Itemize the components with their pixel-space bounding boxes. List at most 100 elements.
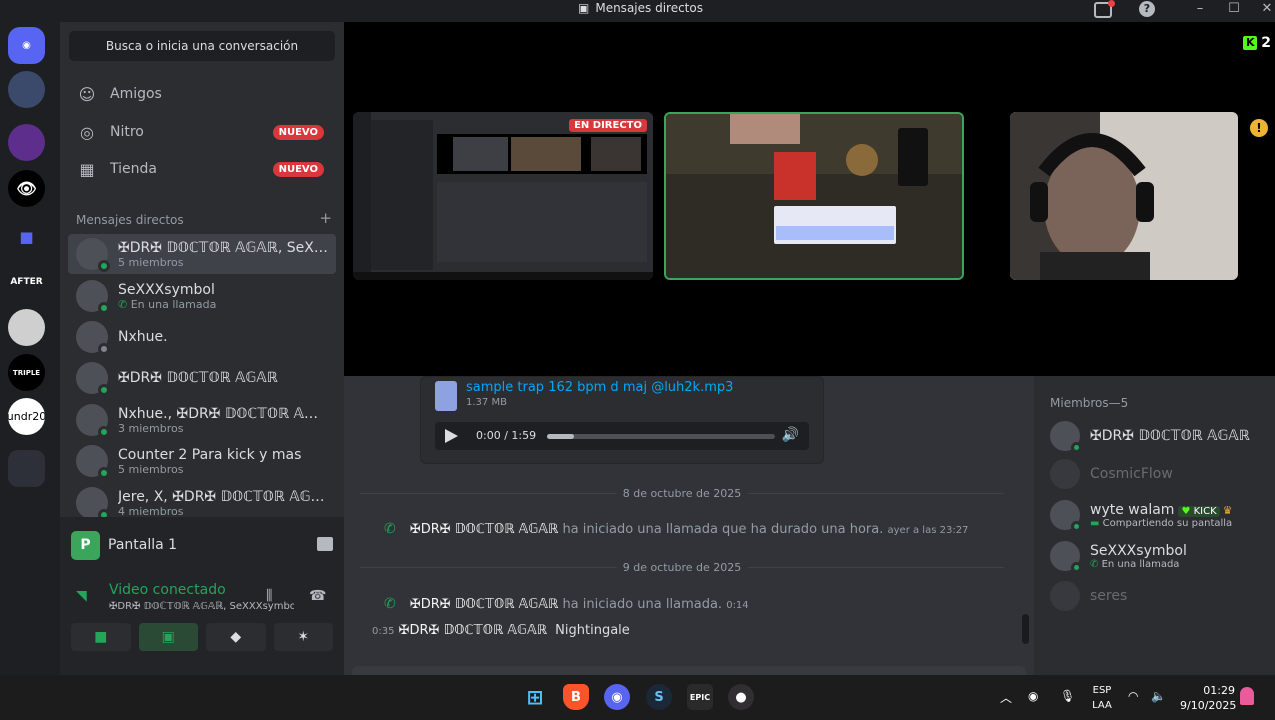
server-folder-icon[interactable] xyxy=(8,450,45,487)
create-dm-button[interactable]: + xyxy=(319,211,332,227)
nav-nitro[interactable]: ◎ Nitro NUEVO xyxy=(68,115,336,149)
server-icon[interactable] xyxy=(8,71,45,108)
message-composer[interactable] xyxy=(352,666,1026,675)
epic-games-icon[interactable]: EPIC xyxy=(687,684,713,710)
file-name-link[interactable]: sample trap 162 bpm d maj @luh2k.mp3 xyxy=(466,380,733,395)
member-name: seres xyxy=(1090,588,1128,604)
message-text: Nightingale xyxy=(555,623,630,638)
camera-tile[interactable] xyxy=(664,112,964,280)
audio-progress-bar[interactable] xyxy=(547,434,775,439)
nav-label: Amigos xyxy=(110,86,162,102)
window-titlebar: ▣ Mensajes directos ? – ☐ ✕ xyxy=(0,0,1275,22)
audio-progress-fill xyxy=(547,434,575,439)
webcam-tile[interactable] xyxy=(1010,112,1238,280)
dm-item[interactable]: Nxhue., ✠DR✠ 𝔻𝕆ℂ𝕋𝕆ℝ 𝔸𝔾… 3 miembros xyxy=(68,400,336,440)
notification-bell-icon[interactable] xyxy=(1240,687,1254,705)
member-item[interactable]: seres xyxy=(1050,579,1270,613)
screen-share-button[interactable]: ▣ xyxy=(138,623,198,651)
video-stage: K 2 EN DIRECTO ! xyxy=(344,22,1275,376)
signal-icon[interactable]: ◥ xyxy=(76,588,87,604)
soundboard-button[interactable]: ✶ xyxy=(273,623,333,651)
nav-friends[interactable]: ☺ Amigos xyxy=(68,77,336,111)
microphone-icon[interactable]: 🎙 xyxy=(1060,689,1075,703)
dm-item[interactable]: SeXXXsymbol ✆ En una llamada xyxy=(68,276,336,316)
server-after-icon[interactable]: AFTER xyxy=(8,263,45,300)
member-item[interactable]: SeXXXsymbol ✆ En una llamada xyxy=(1050,539,1270,573)
speaker-icon[interactable]: 🔈 xyxy=(1151,689,1166,703)
new-badge: NUEVO xyxy=(272,124,324,140)
member-list: Miembros—5 ✠DR✠ 𝔻𝕆ℂ𝕋𝕆ℝ 𝔸𝔾𝔸ℝ CosmicFlow w… xyxy=(1034,376,1275,675)
stop-stream-icon[interactable] xyxy=(317,537,333,551)
dm-item[interactable]: ✠DR✠ 𝔻𝕆ℂ𝕋𝕆ℝ 𝔸𝔾𝔸ℝ xyxy=(68,358,336,398)
inbox-icon[interactable] xyxy=(1094,0,1115,18)
gamepad-icon: ◆ xyxy=(230,629,242,645)
voice-connection: ◥ Video conectado ✠DR✠ 𝔻𝕆ℂ𝕋𝕆ℝ 𝔸𝔾𝔸ℝ, SeXX… xyxy=(71,574,333,618)
server-icon[interactable] xyxy=(8,124,45,161)
member-item[interactable]: ✠DR✠ 𝔻𝕆ℂ𝕋𝕆ℝ 𝔸𝔾𝔸ℝ xyxy=(1050,419,1270,453)
timestamp: 0:35 xyxy=(372,626,395,637)
stream-preview[interactable]: P Pantalla 1 xyxy=(71,530,333,560)
server-icon[interactable] xyxy=(8,309,45,346)
close-button[interactable]: ✕ xyxy=(1252,0,1275,22)
nav-label: Nitro xyxy=(110,124,144,140)
volume-icon[interactable]: 🔊 xyxy=(782,427,799,443)
date-label: 9 de octubre de 2025 xyxy=(616,561,748,574)
timestamp: 0:14 xyxy=(726,600,749,611)
nav-shop[interactable]: ▦ Tienda NUEVO xyxy=(68,152,336,186)
date-label: 8 de octubre de 2025 xyxy=(616,487,748,500)
dm-item[interactable]: ✠DR✠ 𝔻𝕆ℂ𝕋𝕆ℝ 𝔸𝔾𝔸ℝ, SeX… 5 miembros xyxy=(68,234,336,274)
help-icon[interactable]: ? xyxy=(1139,1,1155,17)
kick-icon: K xyxy=(1243,36,1258,50)
avatar xyxy=(1050,459,1080,489)
obs-icon[interactable]: ● xyxy=(728,684,754,710)
voice-status[interactable]: Video conectado xyxy=(109,582,226,598)
server-undr20-icon[interactable]: undr20 xyxy=(8,398,45,435)
member-item[interactable]: wyte walam ♥ KICK ♛ ▬ Compartiendo su pant… xyxy=(1050,498,1270,532)
windows-start-icon[interactable]: ⊞ xyxy=(522,684,548,710)
server-triple-icon[interactable]: TRIPLE xyxy=(8,354,45,391)
noise-suppression-icon[interactable]: ⫼ xyxy=(266,588,272,604)
dm-item[interactable]: Nxhue. xyxy=(68,317,336,357)
phone-icon: ✆ xyxy=(1090,558,1099,570)
chevron-up-icon[interactable]: ︿ xyxy=(1000,689,1012,706)
play-icon[interactable] xyxy=(445,429,458,443)
language-indicator[interactable]: ESP LAA xyxy=(1090,683,1114,713)
phone-icon: ✆ xyxy=(384,596,396,612)
windows-taskbar: ⊞ B ◉ S EPIC ● ︿ ◉ 🎙 ESP LAA ◠ 🔈 01:29 9… xyxy=(0,675,1275,720)
camera-button[interactable]: ■ xyxy=(71,623,131,651)
discord-icon[interactable]: ◉ xyxy=(604,684,630,710)
timestamp: ayer a las 23:27 xyxy=(887,525,969,536)
obs-tray-icon[interactable]: ◉ xyxy=(1028,689,1038,703)
system-clock[interactable]: 01:29 9/10/2025 xyxy=(1180,683,1236,713)
chat-scrollbar[interactable] xyxy=(1022,614,1029,644)
brave-icon[interactable]: B xyxy=(563,684,589,710)
member-name: ✠DR✠ 𝔻𝕆ℂ𝕋𝕆ℝ 𝔸𝔾𝔸ℝ xyxy=(1090,428,1250,444)
disconnect-icon[interactable]: ☎ xyxy=(309,588,326,604)
minimize-button[interactable]: – xyxy=(1185,0,1215,22)
steam-icon[interactable]: S xyxy=(646,684,672,710)
maximize-button[interactable]: ☐ xyxy=(1219,0,1249,22)
call-author[interactable]: ✠DR✠ 𝔻𝕆ℂ𝕋𝕆ℝ 𝔸𝔾𝔸ℝ xyxy=(410,597,558,612)
folder-icon[interactable]: ■ xyxy=(8,218,45,255)
call-system-message: ✆ ✠DR✠ 𝔻𝕆ℂ𝕋𝕆ℝ 𝔸𝔾𝔸ℝ ha iniciado una llama… xyxy=(384,596,1004,612)
eye-server-icon[interactable]: 👁 xyxy=(8,170,45,207)
wifi-icon[interactable]: ◠ xyxy=(1128,689,1138,703)
member-list-header: Miembros—5 xyxy=(1050,396,1129,410)
audio-attachment: sample trap 162 bpm d maj @luh2k.mp3 1.3… xyxy=(420,376,824,464)
dm-sub: 3 miembros xyxy=(118,421,184,435)
direct-messages-home-icon[interactable]: ◉ xyxy=(8,27,45,64)
call-author[interactable]: ✠DR✠ 𝔻𝕆ℂ𝕋𝕆ℝ 𝔸𝔾𝔸ℝ xyxy=(410,522,558,537)
search-input[interactable]: Busca o inicia una conversación xyxy=(69,31,335,61)
kick-tag: ♥ KICK xyxy=(1178,505,1220,517)
dm-section-header: Mensajes directos + xyxy=(76,211,332,228)
warning-icon[interactable]: ! xyxy=(1250,119,1268,137)
activities-button[interactable]: ◆ xyxy=(206,623,266,651)
message-author[interactable]: ✠DR✠ 𝔻𝕆ℂ𝕋𝕆ℝ 𝔸𝔾𝔸ℝ xyxy=(399,623,547,638)
dm-name: SeXXXsymbol xyxy=(118,281,215,298)
screen-share-tile[interactable]: EN DIRECTO xyxy=(353,112,653,280)
dm-item[interactable]: Counter 2 Para kick y mas 5 miembros xyxy=(68,441,336,481)
kick-indicator: K 2 xyxy=(1243,35,1271,51)
avatar xyxy=(1050,541,1082,573)
member-item[interactable]: CosmicFlow xyxy=(1050,457,1270,491)
window-title: ▣ Mensajes directos xyxy=(578,1,703,15)
